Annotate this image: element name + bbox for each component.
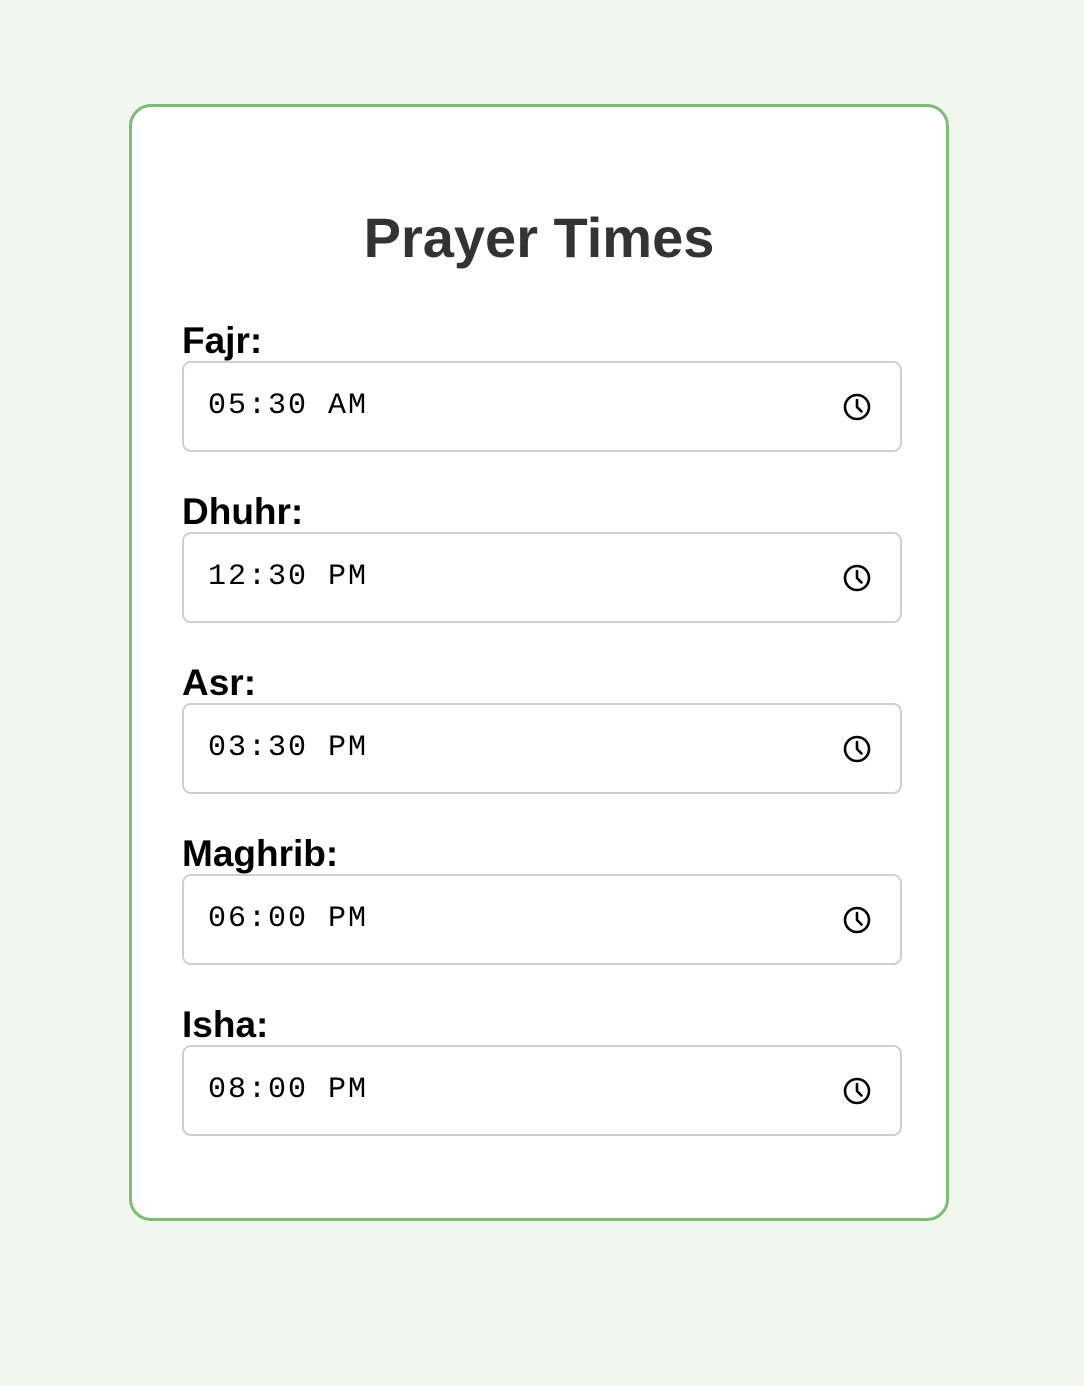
clock-icon[interactable] [842,905,872,935]
maghrib-time-value[interactable]: 06:00 PM [208,876,368,963]
prayer-times-card: Prayer Times Fajr: 05:30 AM Dhuhr: 12:30… [129,104,949,1221]
asr-label: Asr: [182,662,257,703]
asr-time-value[interactable]: 03:30 PM [208,705,368,792]
maghrib-label: Maghrib: [182,833,339,874]
maghrib-field: Maghrib: 06:00 PM [182,834,902,965]
fajr-label: Fajr: [182,320,263,361]
asr-field: Asr: 03:30 PM [182,663,902,794]
maghrib-time-input[interactable]: 06:00 PM [182,874,902,965]
clock-icon[interactable] [842,392,872,422]
page-title: Prayer Times [363,206,715,269]
dhuhr-time-value[interactable]: 12:30 PM [208,534,368,621]
asr-time-input[interactable]: 03:30 PM [182,703,902,794]
dhuhr-label: Dhuhr: [182,491,304,532]
isha-field: Isha: 08:00 PM [182,1005,902,1136]
clock-icon[interactable] [842,734,872,764]
clock-icon[interactable] [842,1076,872,1106]
isha-label: Isha: [182,1004,269,1045]
fajr-time-input[interactable]: 05:30 AM [182,361,902,452]
dhuhr-field: Dhuhr: 12:30 PM [182,492,902,623]
isha-time-input[interactable]: 08:00 PM [182,1045,902,1136]
fajr-time-value[interactable]: 05:30 AM [208,363,368,450]
isha-time-value[interactable]: 08:00 PM [208,1047,368,1134]
dhuhr-time-input[interactable]: 12:30 PM [182,532,902,623]
clock-icon[interactable] [842,563,872,593]
fajr-field: Fajr: 05:30 AM [182,321,902,452]
